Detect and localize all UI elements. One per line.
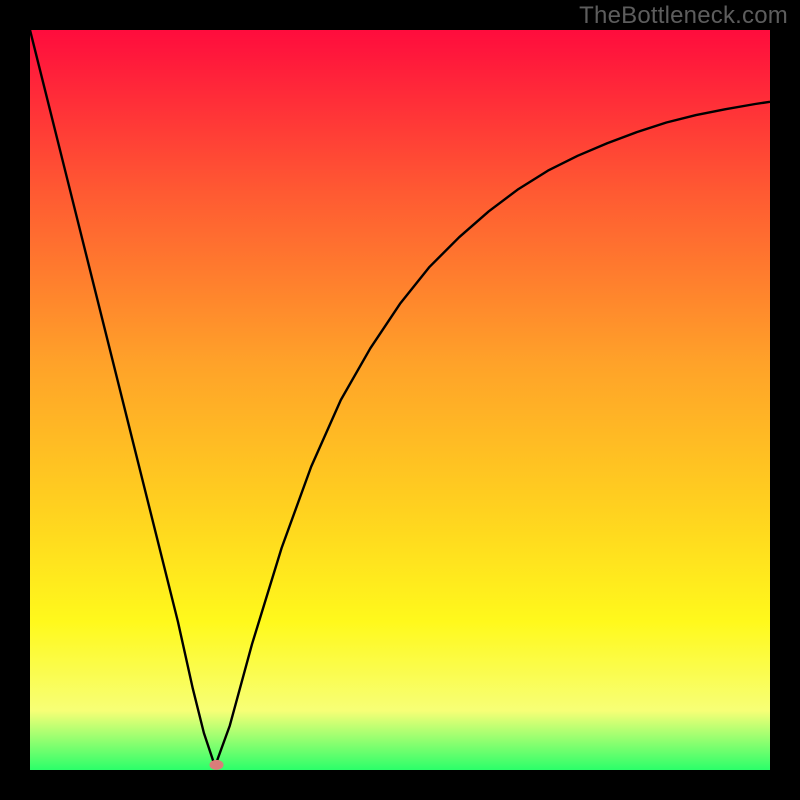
chart-frame: TheBottleneck.com: [0, 0, 800, 800]
gradient-background: [30, 30, 770, 770]
bottleneck-chart-svg: [30, 30, 770, 770]
watermark-label: TheBottleneck.com: [579, 2, 788, 30]
optimum-marker: [209, 760, 223, 770]
plot-area: [30, 30, 770, 770]
